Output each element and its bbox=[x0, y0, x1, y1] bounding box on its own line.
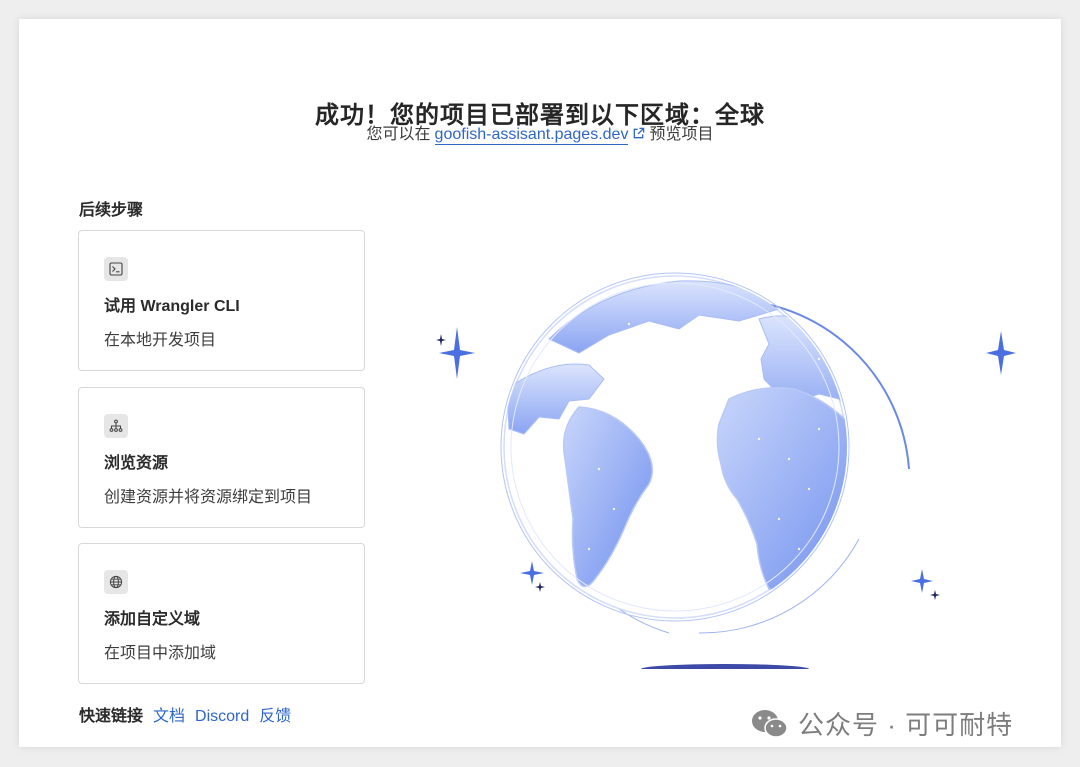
wechat-icon bbox=[752, 709, 788, 738]
docs-link[interactable]: 文档 bbox=[153, 708, 185, 725]
subtitle-suffix: 预览项目 bbox=[649, 126, 714, 143]
card-try-wrangler-cli[interactable]: 试用 Wrangler CLI 在本地开发项目 bbox=[78, 230, 365, 371]
discord-link[interactable]: Discord bbox=[195, 708, 249, 725]
card-title: 浏览资源 bbox=[104, 455, 169, 472]
card-add-custom-domain[interactable]: 添加自定义域 在项目中添加域 bbox=[78, 543, 365, 684]
watermark-text: 公众号 · 可可耐特 bbox=[798, 710, 1014, 740]
preview-subtitle: 您可以在 goofish-assisant.pages.dev 预览项目 bbox=[19, 120, 1061, 145]
quick-links: 快速链接 文档 Discord 反馈 bbox=[79, 702, 301, 726]
globe-icon bbox=[104, 570, 128, 594]
card-browse-resources[interactable]: 浏览资源 创建资源并将资源绑定到项目 bbox=[78, 387, 365, 528]
next-steps-heading: 后续步骤 bbox=[79, 202, 144, 219]
quick-links-label: 快速链接 bbox=[79, 708, 144, 725]
subtitle-prefix: 您可以在 bbox=[366, 126, 431, 143]
terminal-icon bbox=[104, 257, 128, 281]
watermark: 公众号 · 可可耐特 bbox=[750, 705, 1013, 742]
card-description: 在项目中添加域 bbox=[104, 645, 217, 662]
feedback-link[interactable]: 反馈 bbox=[259, 708, 291, 725]
card-title: 试用 Wrangler CLI bbox=[104, 298, 240, 315]
globe-illustration bbox=[436, 272, 1016, 669]
hierarchy-icon bbox=[104, 414, 128, 438]
preview-url-link[interactable]: goofish-assisant.pages.dev bbox=[434, 126, 629, 145]
external-link-icon[interactable] bbox=[632, 127, 645, 140]
card-description: 创建资源并将资源绑定到项目 bbox=[104, 489, 313, 506]
card-description: 在本地开发项目 bbox=[104, 332, 217, 349]
card-title: 添加自定义域 bbox=[104, 611, 201, 628]
deploy-success-page: 成功！您的项目已部署到以下区域：全球 您可以在 goofish-assisant.… bbox=[19, 19, 1061, 747]
